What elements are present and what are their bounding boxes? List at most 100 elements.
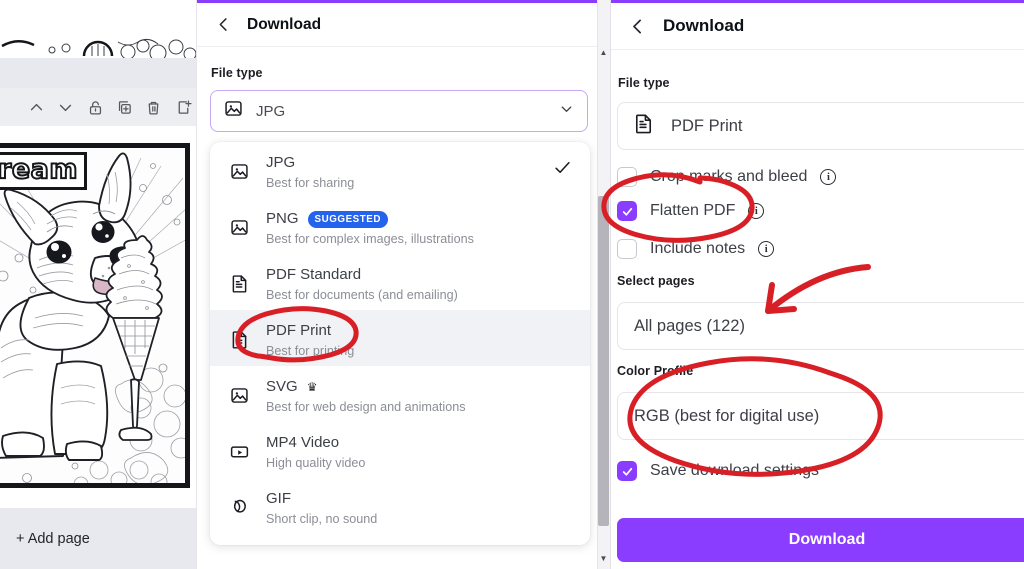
option-text: PNG SUGGESTED Best for complex images, ill… bbox=[266, 207, 474, 249]
option-title: PNG bbox=[266, 210, 299, 227]
option-title: PDF Standard bbox=[266, 266, 362, 283]
info-icon[interactable]: i bbox=[758, 241, 775, 257]
chevron-down-icon[interactable] bbox=[558, 100, 575, 122]
checkbox-save-download-settings[interactable] bbox=[617, 461, 637, 481]
file-type-option-gif[interactable]: GIF Short clip, no sound bbox=[210, 478, 590, 534]
option-text: SVG ♛ Best for web design and animations bbox=[266, 375, 466, 417]
checkbox-label-flatten-pdf: Flatten PDF bbox=[650, 202, 736, 219]
middle-panel-header: Download bbox=[197, 3, 609, 47]
document-icon bbox=[226, 326, 252, 352]
scrollbar-up-arrow[interactable]: ▲ bbox=[597, 45, 610, 59]
gif-icon bbox=[226, 494, 252, 520]
option-text: MP4 Video High quality video bbox=[266, 431, 365, 473]
check-icon bbox=[553, 158, 572, 182]
file-type-option-svg[interactable]: SVG ♛ Best for web design and animations bbox=[210, 366, 590, 422]
file-type-option-pdf-standard[interactable]: PDF Standard Best for documents (and emai… bbox=[210, 254, 590, 310]
option-title-row: PDF Standard bbox=[266, 265, 458, 285]
suggested-badge: SUGGESTED bbox=[307, 210, 388, 228]
file-type-option-png[interactable]: PNG SUGGESTED Best for complex images, ill… bbox=[210, 198, 590, 254]
option-subtitle: Best for documents (and emailing) bbox=[266, 288, 458, 303]
download-button[interactable]: Download bbox=[617, 518, 1024, 562]
duplicate-page-icon[interactable] bbox=[112, 94, 137, 120]
option-text: JPG Best for sharing bbox=[266, 151, 354, 193]
editor-canvas-column: ream + Add page bbox=[0, 0, 210, 569]
checkbox-row-flatten-pdf[interactable]: Flatten PDF i bbox=[617, 192, 1017, 230]
artwork-title-text: ream bbox=[0, 152, 87, 191]
right-file-type-select[interactable]: PDF Print bbox=[617, 102, 1024, 150]
option-title: JPG bbox=[266, 154, 296, 171]
canvas-bottom-gap bbox=[0, 488, 196, 508]
color-profile-label: Color Profile bbox=[617, 364, 694, 378]
middle-file-type-label: File type bbox=[211, 66, 263, 80]
panel-title: Download bbox=[247, 15, 322, 33]
option-title-row: JPG bbox=[266, 153, 354, 173]
file-type-dropdown-menu[interactable]: JPG Best for sharing PNG SUGGESTED Best for … bbox=[210, 142, 590, 545]
scrollbar-down-arrow[interactable]: ▼ bbox=[597, 551, 610, 565]
option-title: GIF bbox=[266, 490, 291, 507]
page-toolbar bbox=[0, 88, 196, 126]
option-text: PDF Print Best for printing bbox=[266, 319, 354, 361]
crown-icon: ♛ bbox=[306, 380, 318, 395]
color-profile-select[interactable]: RGB (best for digital use) bbox=[617, 392, 1024, 440]
corgi-ice-cream-line-art bbox=[0, 148, 185, 483]
file-type-option-pdf-print[interactable]: PDF Print Best for printing bbox=[210, 310, 590, 366]
right-file-type-value: PDF Print bbox=[671, 116, 743, 135]
canvas-page-artwork[interactable]: ream bbox=[0, 143, 190, 488]
option-title: MP4 Video bbox=[266, 434, 340, 451]
image-icon bbox=[223, 98, 244, 124]
option-subtitle: High quality video bbox=[266, 456, 366, 471]
option-text: GIF Short clip, no sound bbox=[266, 487, 377, 529]
file-type-selected-value: JPG bbox=[256, 102, 286, 120]
info-icon[interactable]: i bbox=[748, 203, 765, 219]
option-title-row: SVG ♛ bbox=[266, 377, 466, 397]
checkbox-crop-marks[interactable] bbox=[617, 167, 637, 187]
delete-icon[interactable] bbox=[141, 94, 166, 120]
previous-page-artwork-sliver bbox=[0, 36, 196, 58]
color-profile-value: RGB (best for digital use) bbox=[634, 406, 820, 425]
video-icon bbox=[226, 438, 252, 464]
option-subtitle: Best for printing bbox=[266, 344, 355, 359]
checkbox-row-include-notes[interactable]: Include notes i bbox=[617, 230, 1017, 268]
file-type-select[interactable]: JPG bbox=[210, 90, 588, 132]
option-subtitle: Best for sharing bbox=[266, 176, 355, 191]
option-title: SVG bbox=[266, 378, 298, 395]
image-icon bbox=[226, 214, 252, 240]
move-up-icon[interactable] bbox=[24, 94, 49, 120]
download-panel-screen: ream + Add page Download File type JPG J… bbox=[0, 0, 1024, 569]
select-pages-value: All pages (122) bbox=[634, 316, 745, 335]
option-subtitle: Best for complex images, illustrations bbox=[266, 232, 474, 247]
add-page-label: + Add page bbox=[16, 530, 90, 547]
move-down-icon[interactable] bbox=[53, 94, 78, 120]
option-title-row: MP4 Video bbox=[266, 433, 365, 453]
select-pages-select[interactable]: All pages (122) bbox=[617, 302, 1024, 350]
image-icon bbox=[226, 158, 252, 184]
right-panel-header: Download bbox=[611, 3, 1024, 50]
checkbox-include-notes[interactable] bbox=[617, 239, 637, 259]
checkbox-row-save-settings[interactable]: Save download settings bbox=[617, 452, 1017, 490]
add-page-button[interactable]: + Add page bbox=[0, 508, 196, 569]
option-title-row: PDF Print bbox=[266, 321, 354, 341]
option-title-row: GIF bbox=[266, 489, 377, 509]
checkbox-label-include-notes: Include notes bbox=[650, 240, 746, 257]
file-type-option-jpg[interactable]: JPG Best for sharing bbox=[210, 142, 590, 198]
lock-icon[interactable] bbox=[83, 94, 108, 120]
right-panel-title: Download bbox=[663, 16, 745, 35]
right-file-type-label: File type bbox=[618, 76, 670, 90]
document-icon bbox=[632, 112, 655, 140]
export-icon[interactable] bbox=[171, 94, 196, 120]
checkbox-label-save-download-settings: Save download settings bbox=[650, 462, 819, 479]
option-subtitle: Short clip, no sound bbox=[266, 512, 378, 527]
checkbox-flatten-pdf[interactable] bbox=[617, 201, 637, 221]
checkbox-row-crop-marks[interactable]: Crop marks and bleed i bbox=[617, 158, 1017, 196]
option-text: PDF Standard Best for documents (and emai… bbox=[266, 263, 458, 305]
file-type-option-mp4-video[interactable]: MP4 Video High quality video bbox=[210, 422, 590, 478]
option-subtitle: Best for web design and animations bbox=[266, 400, 466, 415]
select-pages-label: Select pages bbox=[617, 274, 695, 288]
canvas-gap-strip bbox=[0, 58, 196, 88]
panel-scrollbar-thumb[interactable] bbox=[598, 196, 609, 526]
chevron-left-icon[interactable] bbox=[211, 13, 235, 37]
option-title: PDF Print bbox=[266, 322, 332, 339]
chevron-left-icon[interactable] bbox=[625, 14, 649, 38]
image-icon bbox=[226, 382, 252, 408]
info-icon[interactable]: i bbox=[820, 169, 837, 185]
